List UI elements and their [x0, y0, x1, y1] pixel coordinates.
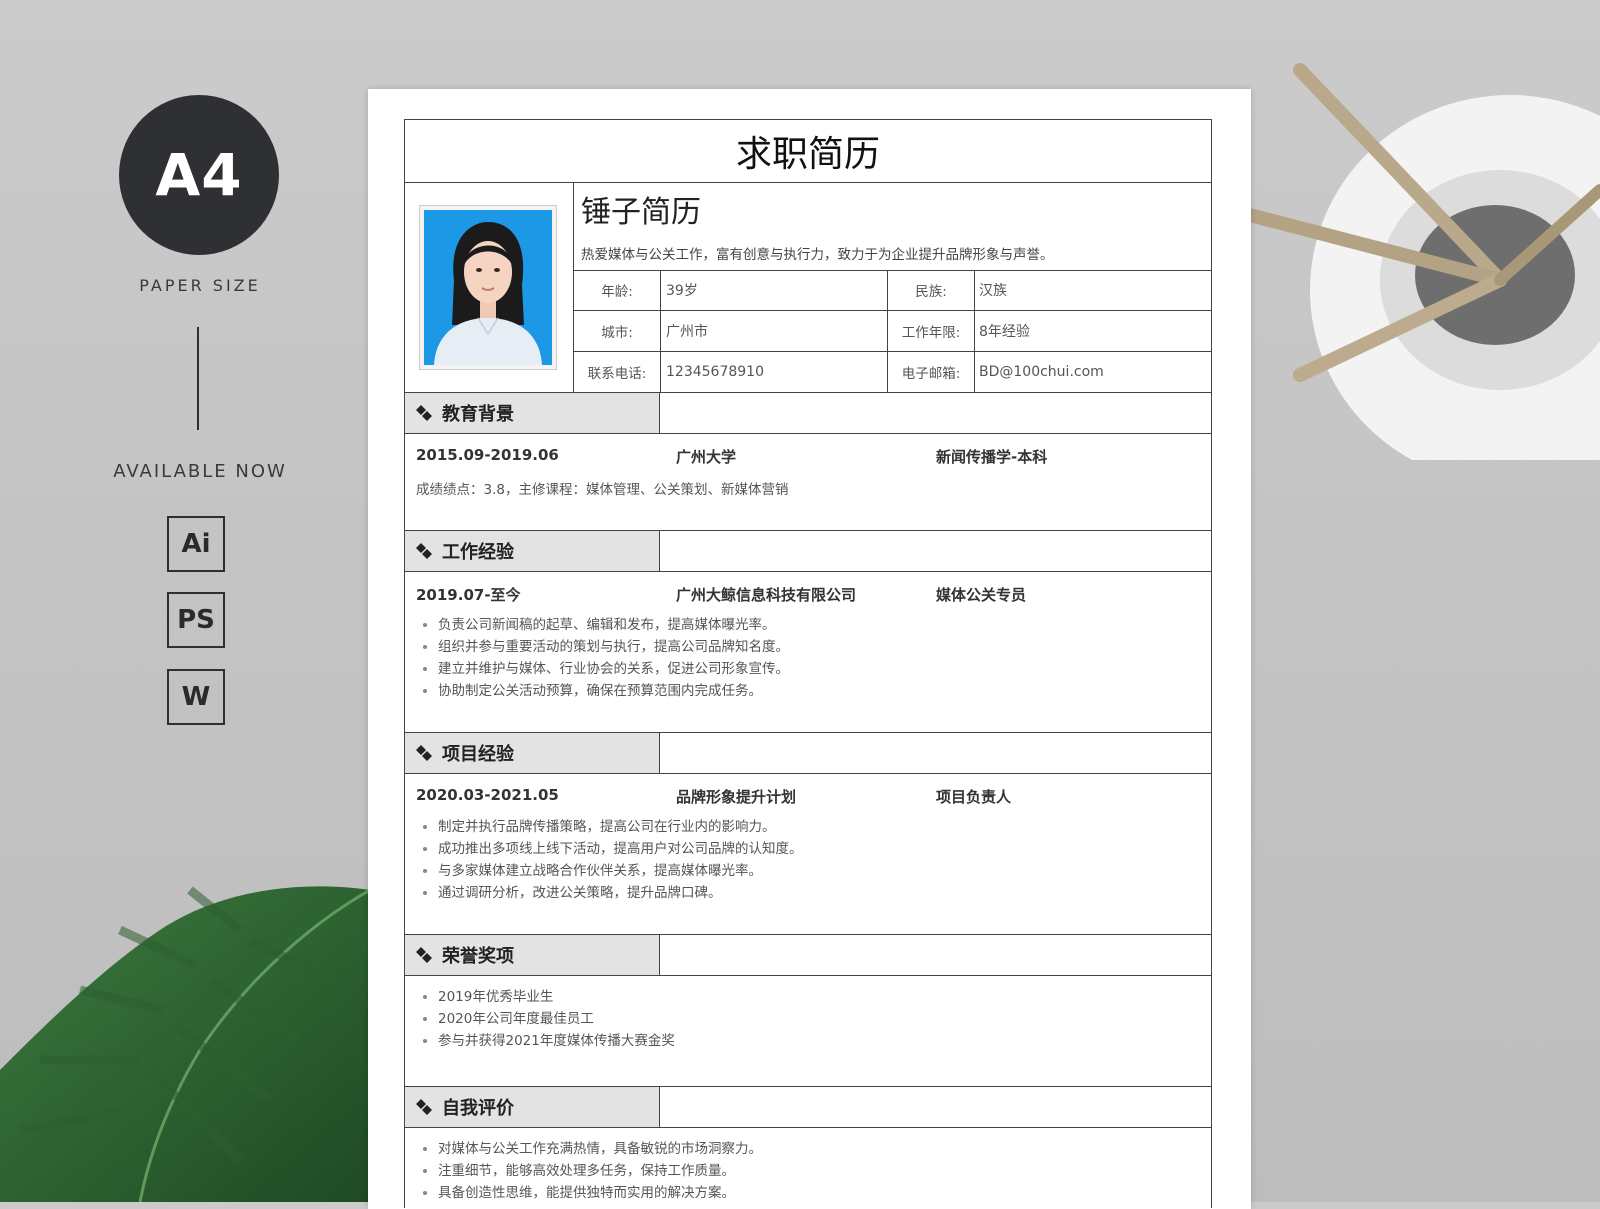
paper-size-label: PAPER SIZE — [139, 276, 261, 295]
info-label: 年龄: — [574, 270, 661, 311]
info-value: 12345678910 — [661, 352, 888, 393]
profile-info: 锤子简历 热爱媒体与公关工作，富有创意与执行力，致力于为企业提升品牌形象与声誉。… — [574, 183, 1211, 393]
work-duties-list: 负责公司新闻稿的起草、编辑和发布，提高媒体曝光率。 组织并参与重要活动的策划与执… — [416, 614, 1200, 702]
section-title-text: 教育背景 — [442, 404, 514, 425]
self-eval-section-body: 对媒体与公关工作充满热情，具备敏锐的市场洞察力。 注重细节，能够高效处理多任务，… — [405, 1128, 1211, 1208]
leaf-decoration-icon — [0, 886, 370, 1202]
info-value: BD@100chui.com — [979, 364, 1104, 381]
info-row: 年龄: 39岁 民族: 汉族 — [574, 270, 1211, 312]
list-item: 制定并执行品牌传播策略，提高公司在行业内的影响力。 — [438, 816, 1200, 838]
project-name: 品牌形象提升计划 — [676, 788, 797, 806]
project-period: 2020.03-2021.05 — [416, 786, 559, 804]
project-section-body: 2020.03-2021.05 品牌形象提升计划 项目负责人 制定并执行品牌传播… — [405, 774, 1211, 935]
format-ai-text: Ai — [181, 529, 211, 559]
list-item: 对媒体与公关工作充满热情，具备敏锐的市场洞察力。 — [438, 1138, 1200, 1160]
diamond-bullet-icon — [416, 405, 432, 421]
education-title: 教育背景 — [405, 393, 660, 433]
self-eval-list: 对媒体与公关工作充满热情，具备敏锐的市场洞察力。 注重细节，能够高效处理多任务，… — [416, 1138, 1200, 1204]
info-row: 联系电话: 12345678910 电子邮箱: BD@100chui.com — [574, 352, 1211, 393]
resume-paper: 求职简历 锤子简历 热爱媒体与公关工作，富有创意与执行力，致力于为企业提升品牌形… — [368, 89, 1251, 1209]
section-title-text: 自我评价 — [442, 1098, 514, 1119]
info-label: 城市: — [574, 311, 661, 352]
project-section-header: 项目经验 — [405, 733, 1211, 774]
work-position: 媒体公关专员 — [936, 586, 1027, 604]
info-row: 城市: 广州市 工作年限: 8年经验 — [574, 311, 1211, 353]
format-word-badge: W — [167, 669, 225, 725]
self-eval-section-header: 自我评价 — [405, 1087, 1211, 1128]
divider-line — [197, 327, 199, 430]
project-items-list: 制定并执行品牌传播策略，提高公司在行业内的影响力。 成功推出多项线上线下活动，提… — [416, 816, 1200, 904]
paper-size-badge: A4 — [119, 95, 279, 255]
format-ps-badge: PS — [167, 592, 225, 648]
portrait-icon — [424, 210, 552, 365]
info-label: 工作年限: — [888, 311, 975, 352]
list-item: 协助制定公关活动预算，确保在预算范围内完成任务。 — [438, 680, 1200, 702]
format-ps-text: PS — [177, 605, 215, 635]
awards-title: 荣誉奖项 — [405, 935, 660, 975]
photo-cell — [405, 183, 574, 392]
paper-code-text: A4 — [155, 141, 243, 209]
diamond-bullet-icon — [416, 745, 432, 761]
education-major: 新闻传播学-本科 — [936, 448, 1048, 466]
info-label: 民族: — [888, 270, 975, 311]
education-school: 广州大学 — [676, 448, 737, 466]
section-title-text: 工作经验 — [442, 542, 514, 563]
list-item: 组织并参与重要活动的策划与执行，提高公司品牌知名度。 — [438, 636, 1200, 658]
resume-frame: 求职简历 锤子简历 热爱媒体与公关工作，富有创意与执行力，致力于为企业提升品牌形… — [404, 119, 1212, 1208]
work-section-body: 2019.07-至今 广州大鲸信息科技有限公司 媒体公关专员 负责公司新闻稿的起… — [405, 572, 1211, 733]
format-w-text: W — [181, 682, 211, 712]
project-role: 项目负责人 — [936, 788, 1012, 806]
profile-photo — [424, 210, 552, 365]
list-item: 负责公司新闻稿的起草、编辑和发布，提高媒体曝光率。 — [438, 614, 1200, 636]
info-value: 广州市 — [661, 311, 888, 352]
work-company: 广州大鲸信息科技有限公司 — [676, 586, 857, 604]
info-value: 汉族 — [979, 283, 1007, 300]
awards-section-body: 2019年优秀毕业生 2020年公司年度最佳员工 参与并获得2021年度媒体传播… — [405, 976, 1211, 1087]
promo-panel: A4 PAPER SIZE AVAILABLE NOW Ai PS W — [0, 0, 360, 900]
list-item: 建立并维护与媒体、行业协会的关系，促进公司形象宣传。 — [438, 658, 1200, 680]
work-meta: 2019.07-至今 广州大鲸信息科技有限公司 媒体公关专员 — [416, 572, 1200, 606]
section-title-text: 荣誉奖项 — [442, 946, 514, 967]
candidate-name: 锤子简历 — [581, 195, 701, 230]
awards-section-header: 荣誉奖项 — [405, 935, 1211, 976]
document-title: 求职简历 — [405, 120, 1211, 183]
list-item: 与多家媒体建立战略合作伙伴关系，提高媒体曝光率。 — [438, 860, 1200, 882]
info-label: 联系电话: — [574, 352, 661, 393]
photo-frame — [419, 205, 557, 370]
awards-list: 2019年优秀毕业生 2020年公司年度最佳员工 参与并获得2021年度媒体传播… — [416, 986, 1200, 1052]
vase-decoration-icon — [1250, 63, 1600, 460]
self-eval-title: 自我评价 — [405, 1087, 660, 1127]
format-ai-badge: Ai — [167, 516, 225, 572]
diamond-bullet-icon — [416, 1099, 432, 1115]
list-item: 2020年公司年度最佳员工 — [438, 1008, 1200, 1030]
section-title-text: 项目经验 — [442, 744, 514, 765]
project-title: 项目经验 — [405, 733, 660, 773]
available-now-label: AVAILABLE NOW — [113, 461, 287, 482]
info-value: 39岁 — [661, 270, 888, 311]
work-title: 工作经验 — [405, 531, 660, 571]
education-meta: 2015.09-2019.06 广州大学 新闻传播学-本科 — [416, 434, 1200, 468]
list-item: 成功推出多项线上线下活动，提高用户对公司品牌的认知度。 — [438, 838, 1200, 860]
info-value: 8年经验 — [979, 324, 1030, 341]
list-item: 具备创造性思维，能提供独特而实用的解决方案。 — [438, 1182, 1200, 1204]
education-period: 2015.09-2019.06 — [416, 446, 559, 464]
diamond-bullet-icon — [416, 543, 432, 559]
education-detail: 成绩绩点：3.8，主修课程：媒体管理、公关策划、新媒体营销 — [416, 482, 789, 498]
diamond-bullet-icon — [416, 947, 432, 963]
work-period: 2019.07-至今 — [416, 586, 521, 604]
list-item: 参与并获得2021年度媒体传播大赛金奖 — [438, 1030, 1200, 1052]
profile-header: 锤子简历 热爱媒体与公关工作，富有创意与执行力，致力于为企业提升品牌形象与声誉。… — [405, 183, 1211, 393]
list-item: 通过调研分析，改进公关策略，提升品牌口碑。 — [438, 882, 1200, 904]
list-item: 2019年优秀毕业生 — [438, 986, 1200, 1008]
candidate-slogan: 热爱媒体与公关工作，富有创意与执行力，致力于为企业提升品牌形象与声誉。 — [581, 247, 1054, 263]
info-label: 电子邮箱: — [888, 352, 975, 393]
project-meta: 2020.03-2021.05 品牌形象提升计划 项目负责人 — [416, 774, 1200, 808]
education-section-header: 教育背景 — [405, 393, 1211, 434]
list-item: 注重细节，能够高效处理多任务，保持工作质量。 — [438, 1160, 1200, 1182]
name-block: 锤子简历 热爱媒体与公关工作，富有创意与执行力，致力于为企业提升品牌形象与声誉。 — [574, 183, 1211, 271]
education-section-body: 2015.09-2019.06 广州大学 新闻传播学-本科 成绩绩点：3.8，主… — [405, 434, 1211, 531]
work-section-header: 工作经验 — [405, 531, 1211, 572]
